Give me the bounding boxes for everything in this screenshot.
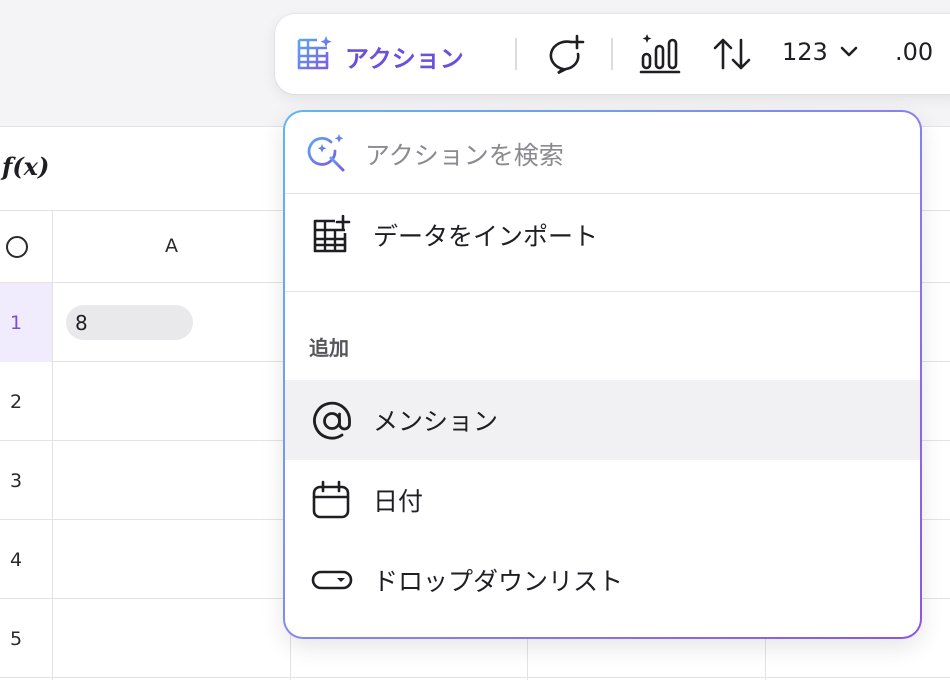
decimal-button[interactable]: .00 — [895, 38, 933, 66]
row-header-4[interactable]: 4 — [0, 520, 52, 599]
row-header-2[interactable]: 2 — [0, 362, 52, 441]
menu-item-import-data[interactable]: データをインポート — [285, 195, 920, 275]
menu-item-dropdown-list[interactable]: ドロップダウンリスト — [285, 540, 920, 620]
floating-toolbar: アクション 123 .00 — [275, 14, 950, 94]
menu-section-add: 追加 — [309, 336, 349, 360]
toolbar-separator — [515, 38, 517, 70]
column-header-a[interactable]: A — [53, 235, 290, 257]
chart-sparkle-icon — [639, 32, 681, 78]
formula-fx-label: f(x) — [2, 152, 50, 181]
grid-hline — [0, 677, 950, 678]
dropdown-field-icon — [311, 560, 353, 600]
sort-button[interactable] — [711, 34, 755, 78]
toolbar-separator — [611, 38, 613, 70]
menu-item-label: 日付 — [373, 487, 424, 516]
menu-item-label: データをインポート — [373, 222, 599, 251]
menu-item-mention[interactable]: メンション — [285, 380, 920, 460]
row-header-1[interactable]: 1 — [0, 283, 52, 362]
cell-a1[interactable]: 8 — [66, 305, 193, 340]
comment-button[interactable] — [543, 34, 587, 78]
decimal-label: .00 — [895, 38, 934, 66]
comment-plus-icon — [543, 34, 587, 78]
menu-item-label: ドロップダウンリスト — [373, 567, 624, 596]
number-format-select[interactable]: 123 — [782, 38, 858, 66]
chevron-down-icon — [840, 43, 858, 62]
menu-item-label: メンション — [373, 407, 499, 436]
action-search-input[interactable]: アクションを検索 — [285, 112, 920, 194]
action-search-placeholder: アクションを検索 — [365, 141, 564, 170]
row-header-5[interactable]: 5 — [0, 599, 52, 678]
action-menu: アクションを検索 データをインポート 追加 メンション 日付 ドロップダウンリス… — [283, 110, 922, 639]
menu-item-date[interactable]: 日付 — [285, 460, 920, 540]
number-format-value: 123 — [782, 38, 828, 66]
search-sparkle-icon — [305, 132, 347, 178]
chart-button[interactable] — [639, 32, 681, 78]
action-button-label: アクション — [345, 44, 464, 73]
select-all-icon[interactable] — [6, 236, 28, 258]
action-button[interactable]: アクション — [295, 34, 464, 78]
table-sparkle-icon — [295, 34, 335, 78]
at-sign-icon — [311, 400, 351, 440]
table-plus-icon — [311, 214, 351, 255]
menu-divider — [285, 291, 920, 292]
row-header-3[interactable]: 3 — [0, 441, 52, 520]
calendar-icon — [311, 480, 351, 520]
sort-icon — [711, 34, 755, 78]
